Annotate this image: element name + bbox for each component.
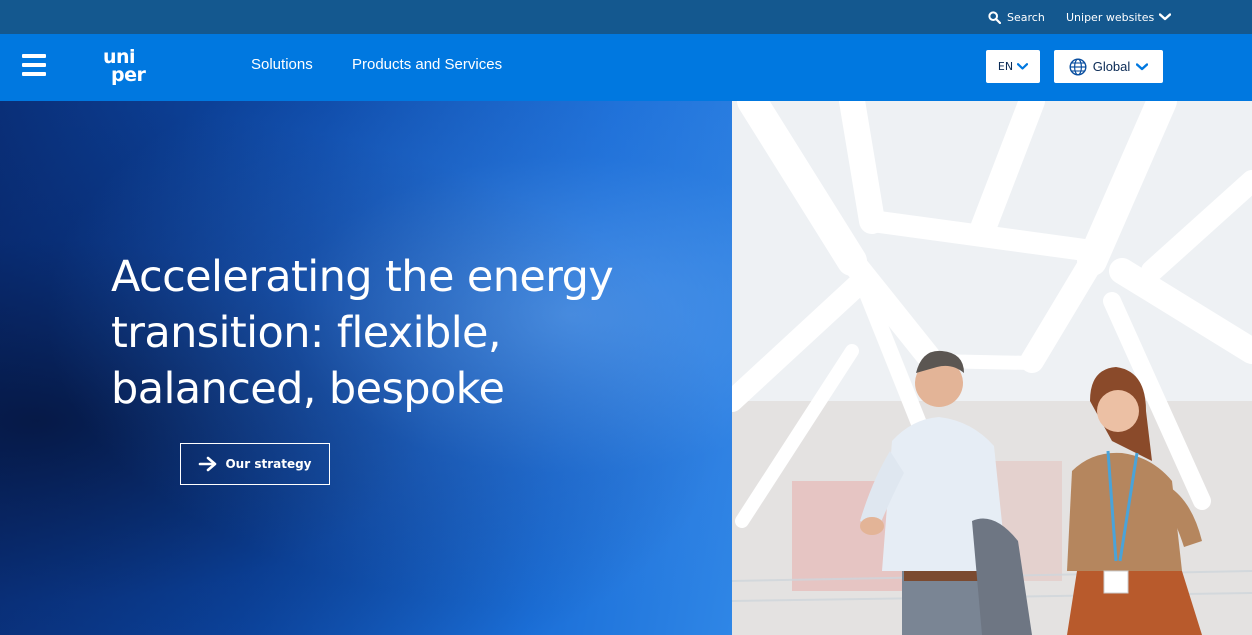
chevron-down-icon [1136, 62, 1149, 70]
our-strategy-label: Our strategy [225, 457, 312, 471]
hero-title-line: Accelerating the energy [111, 252, 614, 302]
arrow-right-icon [199, 456, 217, 472]
main-nav: uni per Solutions Products and Services … [0, 34, 1252, 101]
uniper-logo[interactable]: uni per [103, 46, 159, 90]
nav-solutions[interactable]: Solutions [251, 56, 313, 73]
utility-bar: Search Uniper websites [0, 0, 1252, 34]
region-selector[interactable]: Global [1054, 50, 1163, 83]
chevron-down-icon [1017, 63, 1029, 70]
chevron-down-icon [1159, 13, 1172, 21]
globe-icon [1069, 57, 1087, 76]
hero-title-line: transition: flexible, [111, 308, 502, 358]
language-label: EN [997, 60, 1014, 73]
uniper-websites-dropdown[interactable]: Uniper websites [1066, 8, 1172, 26]
hero-photo-illustration [732, 101, 1252, 635]
uniper-websites-label: Uniper websites [1066, 10, 1155, 24]
language-selector[interactable]: EN [986, 50, 1040, 83]
search-link[interactable]: Search [988, 8, 1045, 26]
hero-banner: Accelerating the energy transition: flex… [0, 101, 732, 635]
nav-products-and-services[interactable]: Products and Services [352, 56, 502, 73]
hero-title-line: balanced, bespoke [111, 364, 505, 414]
hero-photo [732, 101, 1252, 635]
logo-text-bottom: per [111, 64, 146, 86]
our-strategy-button[interactable]: Our strategy [180, 443, 330, 485]
search-label: Search [1007, 10, 1045, 24]
search-icon [988, 10, 1001, 24]
hero-title: Accelerating the energy transition: flex… [111, 249, 631, 417]
region-label: Global [1092, 59, 1131, 74]
hamburger-icon[interactable] [22, 54, 46, 76]
